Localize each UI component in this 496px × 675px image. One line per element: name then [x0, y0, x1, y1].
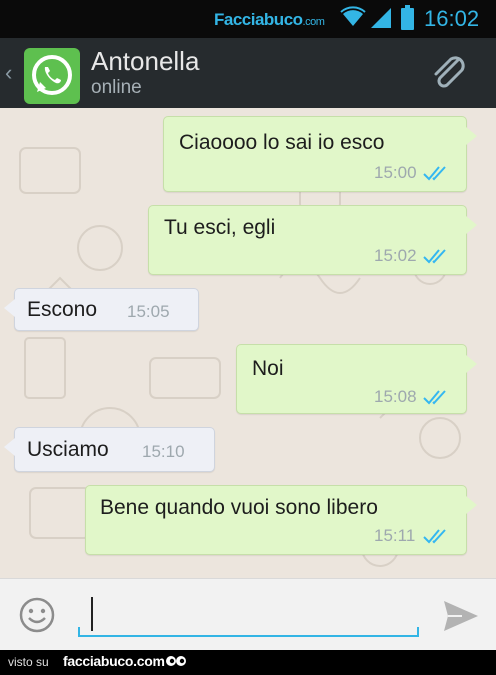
message-input-field[interactable]: [78, 595, 419, 637]
message-time: 15:08: [374, 387, 417, 406]
message-outgoing[interactable]: Bene quando vuoi sono libero 15:11: [85, 485, 477, 555]
status-clock: 16:02: [424, 6, 480, 31]
contact-avatar[interactable]: [24, 48, 80, 104]
contact-status: online: [91, 77, 142, 98]
paperclip-icon[interactable]: [428, 52, 472, 96]
double-check-icon: [423, 390, 446, 405]
chevron-left-icon[interactable]: ‹: [5, 60, 12, 86]
message-incoming[interactable]: Usciamo 15:10: [4, 427, 215, 472]
message-time: 15:05: [127, 302, 170, 321]
double-check-icon: [423, 529, 446, 544]
message-text: Noi: [252, 357, 284, 380]
message-composer: [0, 578, 496, 650]
message-time: 15:10: [142, 442, 185, 461]
message-input[interactable]: [82, 595, 412, 633]
message-outgoing[interactable]: Ciaoooo lo sai io esco 15:00: [163, 116, 477, 192]
eyes-logo-icon: [166, 656, 186, 666]
chat-area[interactable]: Ciaoooo lo sai io esco 15:00 Tu esci, eg…: [0, 108, 496, 578]
smiley-icon[interactable]: [18, 596, 56, 634]
footer-brand: facciabuco.com: [63, 653, 165, 669]
status-bar: Facciabuco.com 16:02: [0, 0, 496, 38]
message-text: Tu esci, egli: [164, 216, 276, 239]
message-text: Usciamo: [27, 438, 109, 461]
text-cursor: [91, 597, 93, 631]
double-check-icon: [423, 249, 446, 264]
send-arrow-icon[interactable]: [442, 599, 480, 633]
contact-name[interactable]: Antonella: [91, 46, 199, 77]
battery-icon: [401, 5, 414, 30]
message-outgoing[interactable]: Noi 15:08: [236, 344, 477, 414]
whatsapp-logo-icon: [32, 55, 72, 95]
footer-watermark: visto su facciabuco.com: [0, 650, 496, 675]
footer-prefix: visto su: [8, 655, 49, 669]
double-check-icon: [423, 166, 446, 181]
message-time: 15:11: [374, 526, 416, 545]
message-incoming[interactable]: Escono 15:05: [4, 288, 199, 331]
message-time: 15:00: [374, 163, 417, 182]
message-time: 15:02: [374, 246, 417, 265]
message-text: Ciaoooo lo sai io esco: [179, 131, 385, 154]
signal-icon: [371, 8, 391, 28]
message-outgoing[interactable]: Tu esci, egli 15:02: [148, 205, 477, 275]
message-text: Bene quando vuoi sono libero: [100, 496, 378, 519]
chat-header: ‹ Antonella online: [0, 38, 496, 108]
wifi-icon: [340, 6, 366, 26]
message-text: Escono: [27, 298, 98, 321]
status-watermark: Facciabuco.com: [214, 10, 325, 29]
